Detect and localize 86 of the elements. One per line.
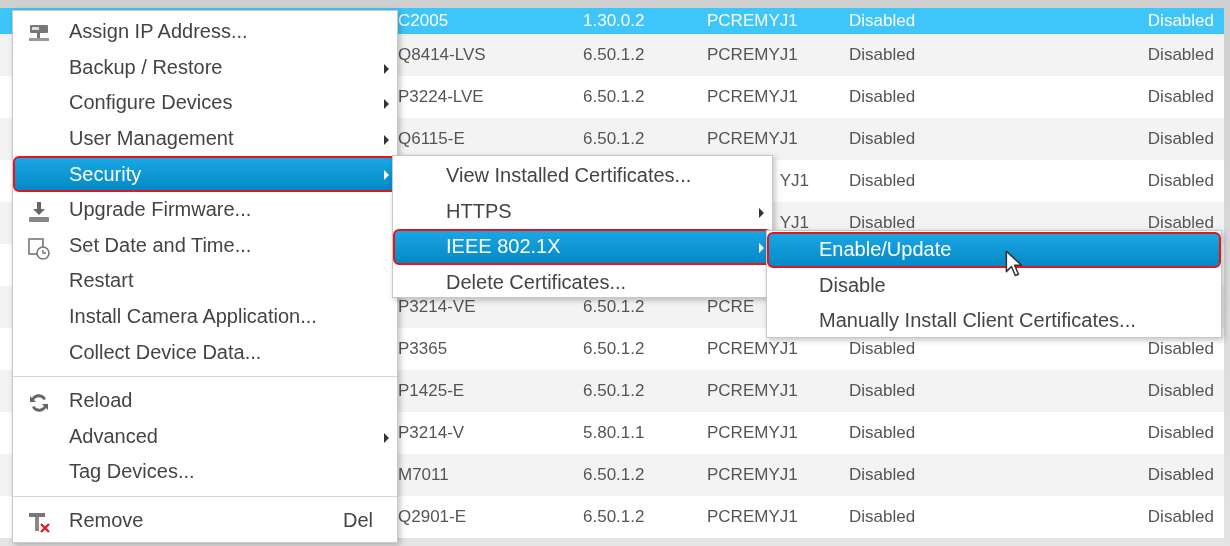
remove-device-icon — [27, 510, 51, 535]
table-cell: 1.30.0.2 — [583, 11, 645, 30]
download-icon — [27, 199, 51, 224]
table-cell: Disabled — [1147, 507, 1214, 526]
table-cell: Disabled — [849, 465, 916, 484]
mouse-pointer-icon — [1005, 250, 1023, 278]
table-cell: Disabled — [849, 129, 916, 148]
table-cell: Disabled — [1147, 87, 1214, 106]
menu-item[interactable]: Disable — [767, 267, 1221, 304]
table-cell: Disabled — [849, 171, 916, 190]
menu-item-label: Security — [69, 162, 142, 186]
table-cell: Q2901-E — [398, 507, 467, 526]
table-cell: PCRE — [707, 297, 755, 316]
table-cell: Disabled — [849, 87, 916, 106]
table-cell: Q6115-E — [398, 129, 465, 148]
calendar-clock-icon — [27, 235, 51, 260]
menu-item-label: Reload — [69, 389, 133, 413]
table-cell: Disabled — [849, 11, 916, 30]
table-cell: YJ1 — [779, 213, 809, 232]
shortcut-label: Del — [343, 509, 373, 532]
table-cell: 6.50.1.2 — [583, 87, 645, 106]
menu-item-label: Advanced — [69, 424, 158, 448]
menu-item-label: View Installed Certificates... — [446, 164, 692, 188]
table-cell: 6.50.1.2 — [583, 297, 645, 316]
table-cell: P3224-LVE — [398, 87, 484, 106]
menu-item-label: Restart — [69, 269, 134, 293]
table-cell: Disabled — [849, 507, 916, 526]
table-cell: PCREMYJ1 — [707, 129, 798, 148]
table-cell: Disabled — [1147, 465, 1214, 484]
menu-item-label: Remove — [69, 509, 144, 532]
table-cell: M7011 — [398, 465, 449, 484]
menu-item-label: IEEE 802.1X — [446, 235, 561, 259]
menu-item-label: Tag Devices... — [69, 460, 195, 484]
table-cell: P3214-V — [398, 423, 465, 442]
menu-item-label: User Management — [69, 127, 234, 151]
table-cell: 6.50.1.2 — [583, 465, 645, 484]
table-cell: P3214-VE — [398, 297, 476, 316]
table-cell: PCREMYJ1 — [707, 423, 798, 442]
menu-item-label: Disable — [819, 273, 886, 297]
table-cell: 6.50.1.2 — [583, 381, 645, 400]
table-cell: Disabled — [849, 45, 916, 64]
table-cell: Disabled — [849, 381, 916, 400]
table-cell: Disabled — [1147, 129, 1214, 148]
table-cell: 6.50.1.2 — [583, 507, 645, 526]
table-cell: Disabled — [849, 213, 916, 232]
table-cell: Disabled — [1147, 423, 1214, 442]
menu-item-label: Delete Certificates... — [446, 271, 627, 295]
menu-item[interactable]: HTTPS — [393, 193, 772, 230]
menu-item[interactable]: Tag Devices... — [13, 454, 397, 490]
table-cell: Disabled — [1147, 213, 1214, 232]
table-cell: Disabled — [1147, 45, 1214, 64]
table-cell: PCREMYJ1 — [707, 507, 798, 526]
table-cell: P1425-E — [398, 381, 465, 400]
table-cell: C2005 — [398, 11, 449, 30]
table-cell: PCREMYJ1 — [707, 381, 798, 400]
menu-item-label: Enable/Update — [819, 238, 952, 262]
menu-item-label: HTTPS — [446, 199, 512, 223]
table-cell: PCREMYJ1 — [707, 87, 798, 106]
menu-item-label: Backup / Restore — [69, 55, 223, 79]
table-cell: 6.50.1.2 — [583, 45, 645, 64]
table-cell: PCREMYJ1 — [707, 11, 798, 30]
table-cell: Disabled — [1147, 381, 1214, 400]
menu-item[interactable]: Advanced — [13, 418, 397, 455]
table-cell: 6.50.1.2 — [583, 339, 645, 358]
table-cell: Disabled — [1147, 171, 1214, 190]
table-cell: Disabled — [849, 339, 916, 358]
table-cell: PCREMYJ1 — [707, 339, 798, 358]
table-cell: Disabled — [1147, 339, 1214, 358]
menu-item[interactable]: User Management — [13, 120, 397, 157]
menu-item-label: Set Date and Time... — [69, 233, 252, 257]
table-cell: YJ1 — [779, 171, 809, 190]
menu-item[interactable]: Collect Device Data... — [13, 334, 397, 370]
table-cell: PCREMYJ1 — [707, 45, 798, 64]
table-cell: Disabled — [1147, 11, 1214, 30]
table-cell: 6.50.1.2 — [583, 129, 645, 148]
menu-item[interactable]: Remove Del — [13, 502, 397, 539]
menu-item-label: Upgrade Firmware... — [69, 198, 252, 222]
table-cell: P3365 — [398, 339, 448, 358]
table-cell: 5.80.1.1 — [583, 423, 645, 442]
table-cell: PCREMYJ1 — [707, 465, 798, 484]
table-cell: Q8414-LVS — [398, 45, 486, 64]
menu-item-label: Configure Devices — [69, 91, 233, 115]
menu-item[interactable]: Configure Devices — [13, 85, 397, 121]
menu-item-label: Install Camera Application... — [69, 305, 317, 329]
table-cell: Disabled — [849, 423, 916, 442]
menu-item-label: Collect Device Data... — [69, 340, 262, 364]
